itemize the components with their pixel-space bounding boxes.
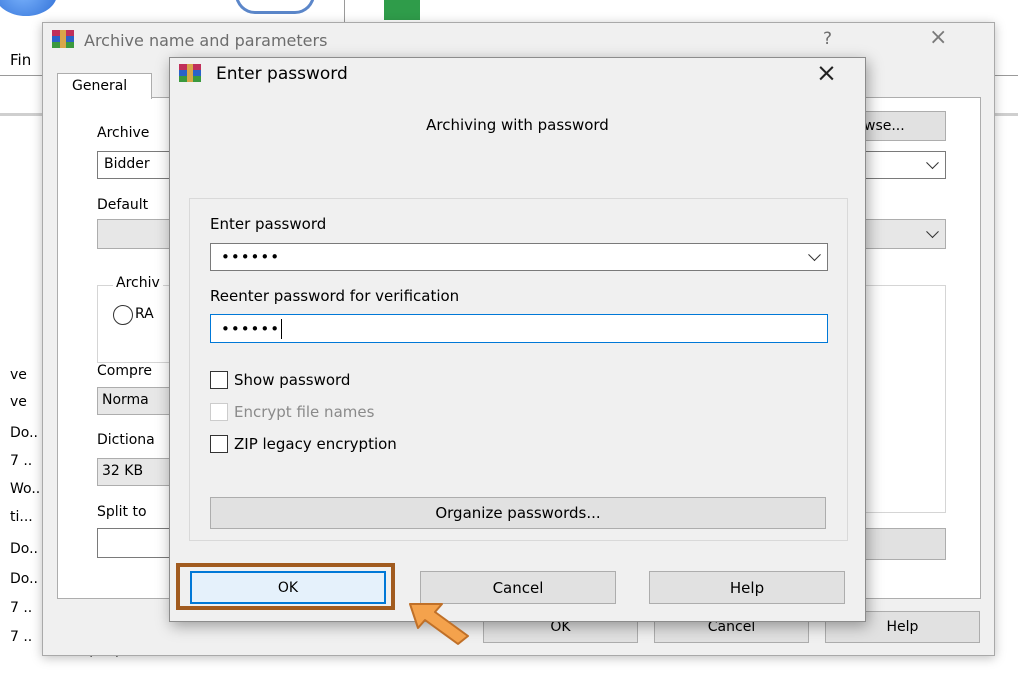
dialog-title: Archive name and parameters xyxy=(84,31,328,50)
rar-radio-label: RA xyxy=(135,306,154,322)
list-item[interactable]: 7 .. xyxy=(10,453,32,469)
help-button[interactable]: Help xyxy=(649,571,845,604)
encrypt-file-names-checkbox xyxy=(210,403,228,421)
winrar-icon xyxy=(179,64,201,82)
enter-password-dialog: Enter password × Archiving with password… xyxy=(169,57,866,622)
column-header xyxy=(0,113,42,116)
options-group xyxy=(863,285,946,513)
list-item[interactable]: Do.. xyxy=(10,541,38,557)
list-item[interactable]: Do.. xyxy=(10,425,38,441)
close-icon[interactable]: × xyxy=(929,25,947,50)
help-icon[interactable]: ? xyxy=(823,29,832,49)
reenter-password-label: Reenter password for verification xyxy=(210,287,460,305)
organize-passwords-button[interactable]: Organize passwords... xyxy=(210,497,826,529)
app-toolbar-icon[interactable] xyxy=(0,0,57,16)
list-item[interactable]: ti... xyxy=(10,509,33,525)
set-password-button[interactable] xyxy=(863,528,946,560)
zip-legacy-checkbox[interactable] xyxy=(210,435,228,453)
winrar-icon xyxy=(52,30,74,48)
column-header xyxy=(993,113,1018,116)
reenter-password-input[interactable]: •••••• xyxy=(210,314,828,343)
archive-name-value: Bidder xyxy=(104,156,150,172)
password-mask: •••••• xyxy=(221,319,281,338)
tab-general[interactable]: General xyxy=(57,73,152,99)
dialog-subtitle: Archiving with password xyxy=(426,116,609,134)
show-password-label: Show password xyxy=(234,371,351,389)
divider xyxy=(0,75,42,76)
show-password-checkbox[interactable] xyxy=(210,371,228,389)
default-profile-label: Default xyxy=(97,197,149,213)
archive-format-label: Archiv xyxy=(113,275,163,291)
toolbar-label: Fin xyxy=(10,51,32,69)
list-item[interactable]: Do.. xyxy=(10,571,38,587)
list-item[interactable]: 7 .. xyxy=(10,600,32,616)
list-item[interactable]: 7 .. xyxy=(10,629,32,645)
zip-legacy-label: ZIP legacy encryption xyxy=(234,435,397,453)
pointer-arrow-icon xyxy=(409,603,469,645)
enter-password-input[interactable]: •••••• xyxy=(210,243,828,271)
highlight-box xyxy=(176,563,395,610)
divider xyxy=(993,75,1018,76)
toolbar-separator xyxy=(344,0,345,22)
app-toolbar-icon[interactable] xyxy=(384,0,420,20)
list-item[interactable]: ve xyxy=(10,367,27,383)
rar-radio[interactable] xyxy=(113,305,133,325)
split-volumes-label: Split to xyxy=(97,504,147,520)
dictionary-combo[interactable]: 32 KB xyxy=(97,458,177,486)
text-caret xyxy=(281,318,283,339)
chevron-down-icon xyxy=(926,156,939,170)
app-toolbar-icon[interactable] xyxy=(235,0,315,14)
compression-label: Compre xyxy=(97,363,152,379)
encrypt-file-names-label: Encrypt file names xyxy=(234,403,375,421)
archive-name-label: Archive xyxy=(97,125,150,141)
chevron-down-icon xyxy=(926,225,939,239)
split-volumes-combo[interactable] xyxy=(97,528,177,558)
chevron-down-icon[interactable] xyxy=(808,248,821,262)
enter-password-label: Enter password xyxy=(210,215,327,233)
compression-combo[interactable]: Norma xyxy=(97,387,177,415)
list-item[interactable]: Wo.. xyxy=(10,481,40,497)
dialog-title: Enter password xyxy=(216,64,348,84)
close-icon[interactable]: × xyxy=(816,58,837,87)
password-mask: •••••• xyxy=(221,248,281,266)
dictionary-label: Dictiona xyxy=(97,432,155,448)
list-item[interactable]: ve xyxy=(10,394,27,410)
